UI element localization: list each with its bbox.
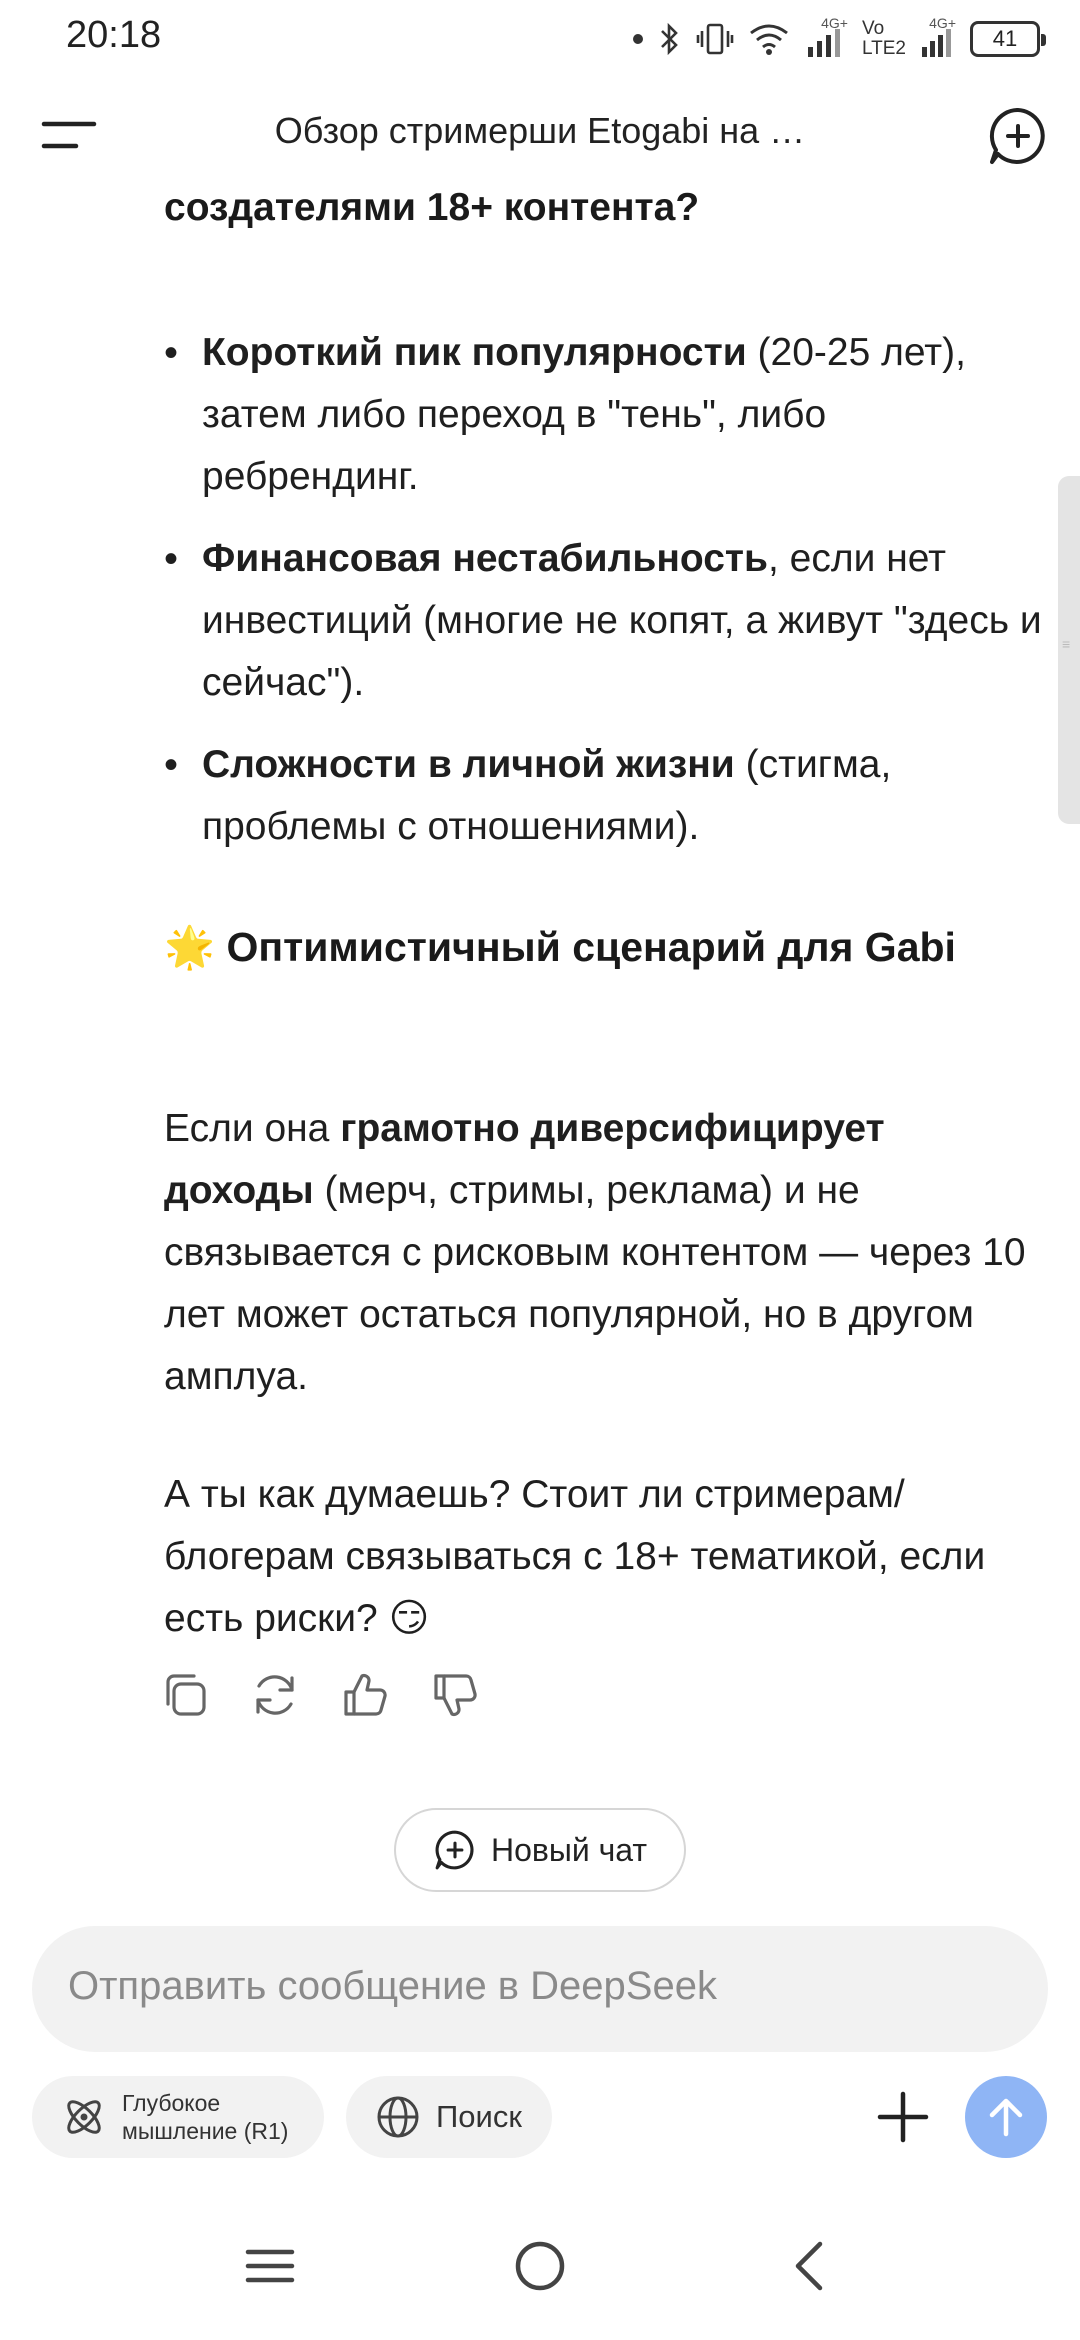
dot-icon — [632, 34, 643, 44]
paragraph-text: Если она — [164, 1107, 341, 1150]
add-chat-icon[interactable] — [986, 104, 1050, 168]
copy-icon[interactable] — [160, 1670, 210, 1720]
chat-title[interactable]: Обзор стримерши Etogabi на … — [140, 110, 940, 152]
signal-2: 4G+ — [920, 15, 956, 59]
arrow-up-icon — [989, 2098, 1023, 2137]
status-icons: 4G+ Vo LTE2 4G+ 41 — [632, 12, 1046, 66]
bullet-item: Финансовая нестабильность, если нет инве… — [164, 528, 1044, 714]
back-chevron-icon[interactable] — [780, 2236, 840, 2296]
volte-indicator: Vo LTE2 — [862, 19, 906, 59]
signal-1: 4G+ — [804, 15, 848, 59]
send-button[interactable] — [965, 2076, 1047, 2158]
message-actions — [160, 1670, 480, 1720]
new-chat-button[interactable]: Новый чат — [394, 1808, 686, 1892]
menu-icon[interactable] — [36, 110, 100, 164]
search-toggle[interactable]: Поиск — [346, 2076, 552, 2158]
bullet-bold: Короткий пик популярности — [202, 331, 747, 374]
section-heading-text: Оптимистичный сценарий для Gabi — [226, 924, 956, 970]
section-heading: 🌟 Оптимистичный сценарий для Gabi — [164, 914, 1024, 980]
search-label: Поиск — [436, 2099, 522, 2134]
wifi-icon — [750, 24, 788, 55]
add-chat-icon-small — [435, 1830, 474, 1870]
paragraph-question: А ты как думаешь? Стоит ли стримерам/бло… — [164, 1464, 1044, 1650]
new-chat-label: Новый чат — [490, 1831, 648, 1868]
battery-indicator: 41 — [970, 21, 1046, 57]
bluetooth-icon — [661, 22, 678, 56]
paragraph: Если она грамотно диверсифицирует доходы… — [164, 1098, 1044, 1408]
deep-think-toggle[interactable]: Глубокое мышление (R1) — [32, 2076, 324, 2158]
thumbs-down-icon[interactable] — [430, 1670, 480, 1720]
vo-label: Vo — [861, 18, 885, 39]
system-nav-bar — [0, 2230, 1080, 2310]
bullet-list: Короткий пик популярности (20-25 лет), з… — [164, 322, 1044, 878]
signal-icon — [807, 29, 840, 57]
app-header: Обзор стримерши Etogabi на … — [0, 80, 1080, 190]
bullet-item: Сложности в личной жизни (стигма, пробле… — [164, 734, 1044, 858]
paragraph-text: А ты как думаешь? Стоит ли стримерам/бло… — [164, 1473, 986, 1640]
bullet-bold: Финансовая нестабильность — [202, 537, 768, 580]
home-circle-icon[interactable] — [510, 2236, 570, 2296]
status-time: 20:18 — [66, 14, 162, 56]
bullet-bold: Сложности в личной жизни — [202, 743, 735, 786]
atom-icon — [67, 2100, 101, 2134]
thumbs-up-icon[interactable] — [340, 1670, 390, 1720]
regenerate-icon[interactable] — [250, 1670, 300, 1720]
smirk-emoji-icon: 😏 — [388, 1597, 430, 1640]
signal-icon-2 — [922, 29, 951, 57]
globe-icon — [377, 2096, 419, 2138]
star-emoji-icon: 🌟 — [164, 924, 216, 970]
vibrate-icon — [696, 23, 734, 55]
recents-menu-icon[interactable] — [240, 2236, 300, 2296]
lte-label: LTE2 — [861, 38, 906, 59]
attach-plus-icon[interactable] — [876, 2090, 930, 2144]
status-bar: 20:18 4G+ Vo LTE2 4G+ 41 — [0, 0, 1080, 80]
scrollbar[interactable] — [1058, 476, 1080, 824]
deep-think-label: Глубокое мышление (R1) — [122, 2090, 289, 2144]
bullet-item: Короткий пик популярности (20-25 лет), з… — [164, 322, 1044, 508]
message-input[interactable]: Отправить сообщение в DeepSeek — [32, 1926, 1048, 2052]
message-input-placeholder: Отправить сообщение в DeepSeek — [68, 1964, 717, 2008]
